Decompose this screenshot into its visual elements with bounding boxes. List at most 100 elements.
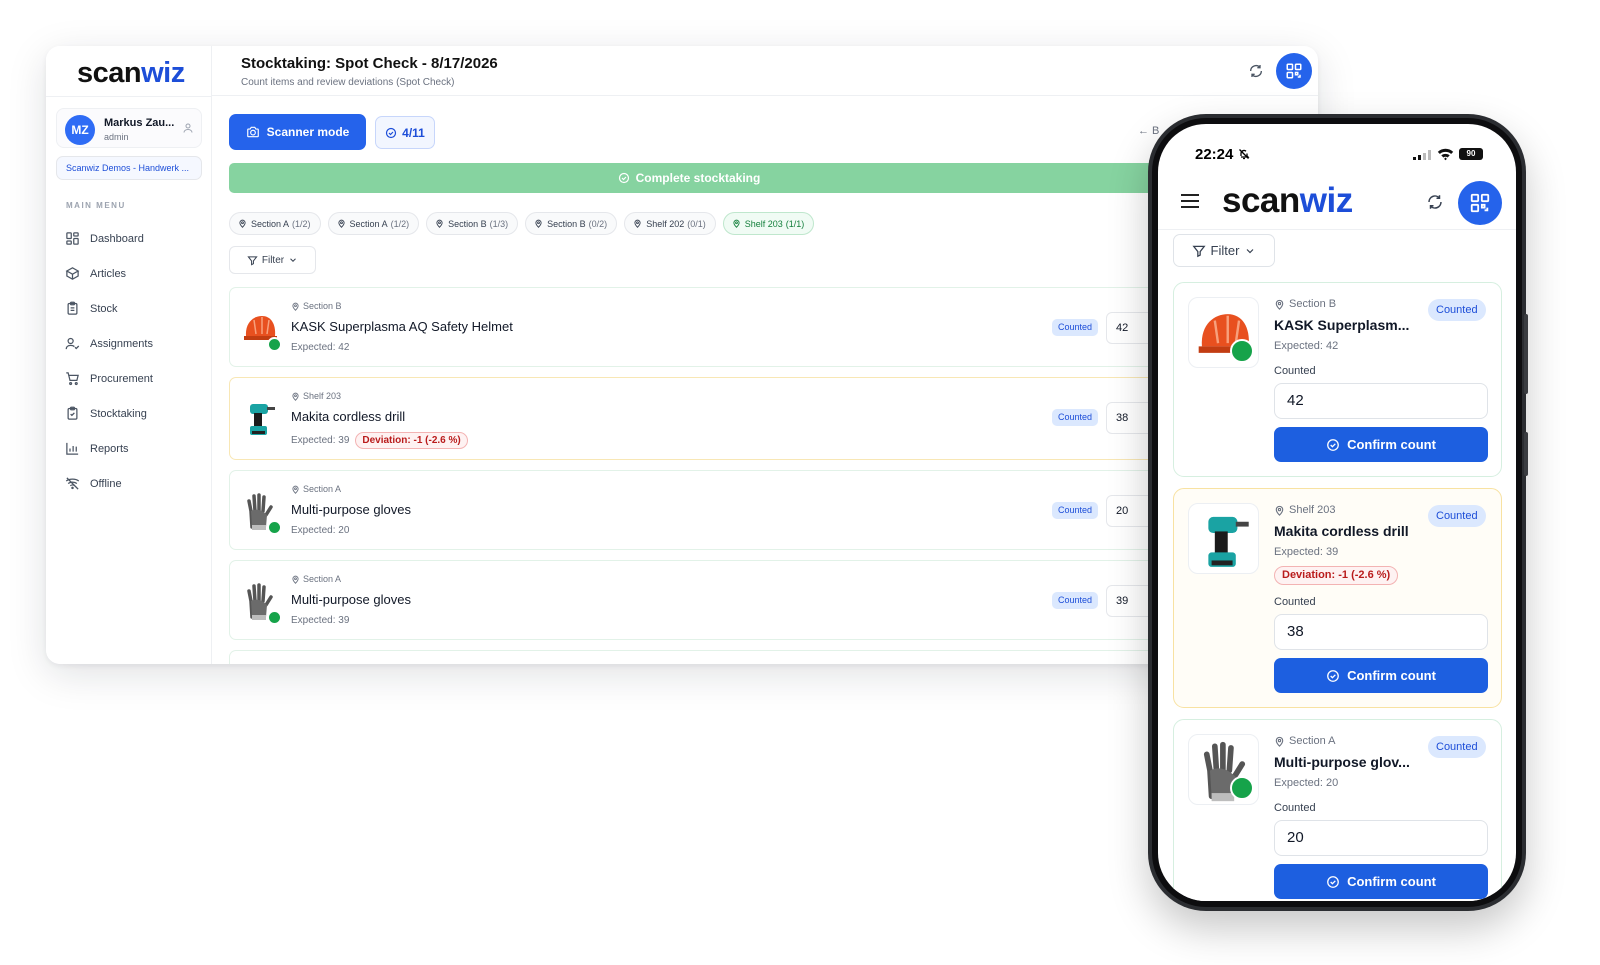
stage: scanwiz MZ Markus Zau... admin Scanwiz D… <box>0 0 1600 965</box>
camera-icon <box>246 126 259 138</box>
counted-check-icon <box>267 520 282 535</box>
sidebar-item-stocktaking[interactable]: Stocktaking <box>65 396 205 431</box>
logo[interactable]: scanwiz <box>77 57 185 90</box>
sidebar-item-stock[interactable]: Stock <box>65 291 205 326</box>
location-chip[interactable]: Section B (1/3) <box>426 212 519 235</box>
menu-heading: MAIN MENU <box>66 201 126 210</box>
item-name: KASK Superplasm... <box>1274 317 1410 333</box>
refresh-icon[interactable] <box>1248 63 1264 79</box>
page-title: Stocktaking: Spot Check - 8/17/2026 <box>241 55 498 72</box>
status-badge: Counted <box>1052 319 1099 336</box>
map-pin-icon <box>1275 736 1284 747</box>
map-pin-icon <box>733 219 740 228</box>
item-card[interactable]: Shelf 203 Makita cordless drill Expected… <box>1173 488 1502 708</box>
map-pin-icon <box>292 575 299 584</box>
location-chip[interactable]: Shelf 203 (1/1) <box>722 212 815 235</box>
check-circle-icon <box>386 127 397 138</box>
location-label: Section A <box>303 574 342 584</box>
item-name: Makita cordless drill <box>291 409 406 424</box>
complete-stocktaking-label: Complete stocktaking <box>635 171 761 185</box>
item-thumbnail <box>1188 734 1259 805</box>
sidebar-item-articles[interactable]: Articles <box>65 256 205 291</box>
confirm-count-label: Confirm count <box>1347 668 1436 683</box>
qr-scan-button[interactable] <box>1276 53 1312 89</box>
item-expected: Expected: 39 <box>291 615 349 626</box>
progress-counter-button[interactable]: 4/11 <box>375 116 435 149</box>
back-link[interactable]: ← B <box>1138 125 1159 137</box>
list-item[interactable]: Section B KASK Superplasma AQ Safety Hel… <box>229 287 1239 367</box>
qr-scan-button[interactable] <box>1458 181 1502 225</box>
chip-count: (1/1) <box>785 218 805 229</box>
user-icon[interactable] <box>182 122 194 134</box>
check-circle-icon <box>618 172 629 184</box>
list-item[interactable]: Section A Multi-purpose gloves Expected:… <box>229 560 1239 640</box>
item-name: Multi-purpose gloves <box>291 592 411 607</box>
list-item[interactable] <box>229 650 1239 664</box>
bell-off-icon <box>1238 149 1250 160</box>
item-location: Section B <box>291 301 342 311</box>
location-chip[interactable]: Section B (0/2) <box>525 212 618 235</box>
organization-selector[interactable]: Scanwiz Demos - Handwerk ... <box>56 156 202 180</box>
chip-count: (1/2) <box>390 218 410 229</box>
item-card[interactable]: Section A Multi-purpose glov... Expected… <box>1173 719 1502 901</box>
count-input[interactable]: 42 <box>1274 383 1488 419</box>
confirm-count-button[interactable]: Confirm count <box>1274 427 1488 462</box>
item-thumbnail <box>1188 297 1259 368</box>
main-menu: Dashboard Articles Stock Assignments Pro… <box>65 221 205 501</box>
counted-label: Counted <box>1274 802 1316 814</box>
filter-button[interactable]: Filter <box>229 246 316 274</box>
filter-label: Filter <box>261 254 285 266</box>
location-label: Section B <box>303 301 342 311</box>
user-name: Markus Zau... <box>104 117 175 129</box>
counted-label: Counted <box>1274 365 1316 377</box>
progress-label: 4/11 <box>402 125 425 140</box>
counted-check-icon <box>1230 339 1254 363</box>
qr-code-icon <box>1470 193 1490 213</box>
status-bar: 22:24 90 <box>1158 124 1516 174</box>
logo[interactable]: scanwiz <box>1222 181 1353 221</box>
filter-button[interactable]: Filter <box>1173 234 1275 267</box>
list-item[interactable]: Section A Multi-purpose gloves Expected:… <box>229 470 1239 550</box>
item-card[interactable]: Section B KASK Superplasm... Expected: 4… <box>1173 282 1502 477</box>
menu-icon[interactable] <box>1181 193 1199 209</box>
item-expected: Expected: 20 <box>1274 777 1339 789</box>
user-card[interactable]: MZ Markus Zau... admin <box>56 108 202 148</box>
location-chip[interactable]: Section A (1/2) <box>327 212 420 235</box>
chip-count: (0/1) <box>687 218 706 229</box>
location-chip[interactable]: Shelf 202 (0/1) <box>624 212 716 235</box>
location-label: Section A <box>303 484 342 494</box>
expected-label: Expected: 39 <box>291 615 350 626</box>
sidebar-item-reports[interactable]: Reports <box>65 431 205 466</box>
sidebar-item-procurement[interactable]: Procurement <box>65 361 205 396</box>
sidebar-item-assignments[interactable]: Assignments <box>65 326 205 361</box>
complete-stocktaking-button[interactable]: Complete stocktaking <box>229 163 1249 193</box>
time-label: 22:24 <box>1195 146 1234 163</box>
location-label: Section A <box>1289 735 1336 747</box>
sidebar-item-offline[interactable]: Offline <box>65 466 205 501</box>
check-circle-icon <box>1327 438 1339 451</box>
location-label: Shelf 203 <box>303 391 342 401</box>
refresh-icon[interactable] <box>1426 193 1444 211</box>
drill-icon <box>250 404 275 435</box>
location-chip[interactable]: Section A (1/2) <box>229 212 321 235</box>
dashboard-icon <box>66 232 79 245</box>
map-pin-icon <box>292 302 299 311</box>
count-input[interactable]: 38 <box>1274 614 1488 650</box>
sidebar-item-label: Assignments <box>90 337 153 350</box>
confirm-count-button[interactable]: Confirm count <box>1274 864 1488 899</box>
map-pin-icon <box>239 219 246 228</box>
scanner-mode-button[interactable]: Scanner mode <box>229 114 366 150</box>
phone-screen: 22:24 90 scanwiz Filter Section B KASK S… <box>1158 124 1516 901</box>
qr-code-icon <box>1286 63 1302 79</box>
filter-label: Filter <box>1210 243 1240 258</box>
sidebar-item-dashboard[interactable]: Dashboard <box>65 221 205 256</box>
location-label: Section B <box>1289 298 1337 310</box>
item-location: Section A <box>291 574 341 584</box>
wifi-off-icon <box>65 477 80 490</box>
list-item[interactable]: Shelf 203 Makita cordless drill Expected… <box>229 377 1239 460</box>
sidebar-item-label: Offline <box>90 477 122 490</box>
confirm-count-button[interactable]: Confirm count <box>1274 658 1488 693</box>
count-input[interactable]: 20 <box>1274 820 1488 856</box>
drill-icon <box>1208 516 1249 567</box>
location-filter-chips: Section A (1/2) Section A (1/2) Section B(… <box>229 212 821 235</box>
